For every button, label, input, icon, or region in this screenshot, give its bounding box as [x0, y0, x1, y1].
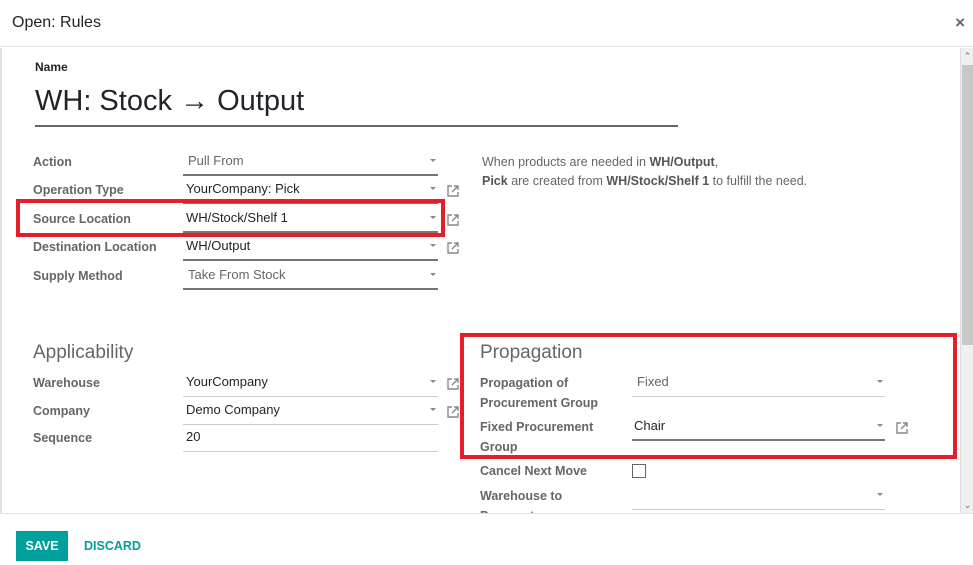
propagation-group-select[interactable]: Fixed: [632, 371, 885, 397]
help-text: When products are needed in: [482, 155, 650, 169]
name-label: Name: [35, 60, 68, 74]
help-operation: Pick: [482, 174, 508, 188]
destination-location-value: WH/Output: [186, 238, 251, 253]
operation-type-label: Operation Type: [33, 183, 124, 197]
operation-type-field[interactable]: YourCompany: Pick: [183, 178, 438, 204]
external-link-icon[interactable]: [896, 422, 908, 434]
scrollbar[interactable]: ⌃ ⌄: [960, 48, 973, 513]
external-link-icon[interactable]: [447, 406, 459, 418]
warehouse-to-propagate-label: Warehouse to Propagate: [480, 489, 563, 513]
caret-down-icon: [877, 424, 883, 427]
supply-method-value: Take From Stock: [188, 267, 286, 282]
operation-type-value: YourCompany: Pick: [186, 181, 300, 196]
company-field[interactable]: Demo Company: [183, 399, 438, 425]
caret-down-icon: [430, 187, 436, 190]
dialog-header: Open: Rules ×: [0, 0, 973, 47]
source-location-label: Source Location: [33, 212, 131, 226]
caret-down-icon: [430, 244, 436, 247]
warehouse-to-propagate-field[interactable]: [632, 484, 885, 510]
caret-down-icon: [430, 273, 436, 276]
dialog-footer: SAVE DISCARD: [0, 513, 973, 565]
action-select[interactable]: Pull From: [183, 150, 438, 176]
fixed-procurement-group-value: Chair: [634, 418, 666, 433]
caret-down-icon: [877, 380, 883, 383]
scroll-up-icon[interactable]: ⌃: [961, 48, 973, 64]
supply-method-select[interactable]: Take From Stock: [183, 264, 438, 290]
scroll-down-icon[interactable]: ⌄: [961, 497, 973, 513]
warehouse-field[interactable]: YourCompany: [183, 371, 438, 397]
caret-down-icon: [877, 493, 883, 496]
warehouse-label: Warehouse: [33, 376, 100, 390]
source-location-value: WH/Stock/Shelf 1: [186, 210, 288, 225]
propagation-group-value: Fixed: [637, 374, 669, 389]
fixed-procurement-group-field[interactable]: Chair: [632, 415, 885, 441]
discard-button[interactable]: DISCARD: [84, 531, 141, 561]
help-text: are created from: [507, 174, 607, 188]
close-icon[interactable]: ×: [955, 13, 965, 33]
destination-location-label: Destination Location: [33, 240, 157, 254]
propagation-group-label: Propagation of Procurement Group: [480, 376, 599, 410]
external-link-icon[interactable]: [447, 378, 459, 390]
name-field[interactable]: WH: Stock → Output: [35, 82, 678, 127]
sequence-value: 20: [186, 429, 201, 444]
propagation-title: Propagation: [480, 342, 583, 363]
caret-down-icon: [430, 159, 436, 162]
cancel-next-move-checkbox[interactable]: [632, 464, 646, 478]
company-label: Company: [33, 404, 90, 418]
dialog-title: Open: Rules: [12, 14, 101, 31]
fixed-procurement-group-label: Fixed Procurement Group: [480, 420, 594, 454]
cancel-next-move-label: Cancel Next Move: [480, 464, 587, 478]
rule-help-text: When products are needed in WH/Output, P…: [482, 153, 807, 191]
caret-down-icon: [430, 408, 436, 411]
applicability-title: Applicability: [33, 342, 134, 363]
external-link-icon[interactable]: [447, 214, 459, 226]
caret-down-icon: [430, 216, 436, 219]
supply-method-label: Supply Method: [33, 269, 123, 283]
caret-down-icon: [430, 380, 436, 383]
sequence-label: Sequence: [33, 431, 93, 445]
external-link-icon[interactable]: [447, 242, 459, 254]
help-source: WH/Stock/Shelf 1: [606, 174, 710, 188]
save-button[interactable]: SAVE: [16, 531, 68, 561]
sequence-input[interactable]: 20: [183, 426, 438, 452]
destination-location-field[interactable]: WH/Output: [183, 235, 438, 261]
help-text: ,: [714, 155, 719, 169]
action-value: Pull From: [188, 153, 244, 168]
warehouse-value: YourCompany: [186, 374, 268, 389]
dialog-body: Name WH: Stock → Output Action Pull From…: [0, 48, 960, 513]
help-text: to fulfill the need.: [709, 174, 808, 188]
external-link-icon[interactable]: [447, 185, 459, 197]
source-location-field[interactable]: WH/Stock/Shelf 1: [183, 207, 438, 233]
company-value: Demo Company: [186, 402, 280, 417]
scrollbar-thumb[interactable]: [962, 65, 973, 345]
help-destination: WH/Output: [649, 155, 715, 169]
action-label: Action: [33, 155, 72, 169]
